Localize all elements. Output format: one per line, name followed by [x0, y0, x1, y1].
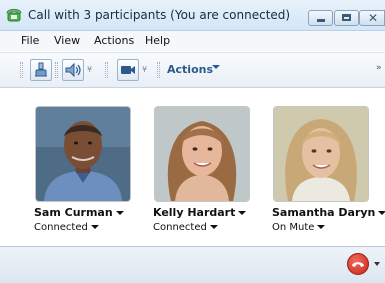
minimize-button[interactable] [308, 10, 333, 26]
video-camera-icon [121, 66, 135, 74]
toolbar-grip[interactable] [55, 62, 58, 78]
video-dropdown-icon[interactable]: ¥ [142, 65, 147, 74]
maximize-icon [342, 14, 351, 21]
participant-status: On Mute [272, 222, 315, 233]
actions-dropdown[interactable]: Actions [167, 63, 213, 76]
participant-photo [155, 107, 249, 201]
participant-status: Connected [34, 222, 88, 233]
menu-help[interactable]: Help [145, 34, 170, 47]
participant-name-dropdown[interactable]: Kelly Hardart [153, 206, 247, 219]
toolbar: ¥ ¥ Actions » [0, 52, 385, 88]
title-bar: Call with 3 participants (You are connec… [0, 0, 385, 31]
speaker-button[interactable] [62, 59, 84, 81]
participant-status-dropdown[interactable]: Connected [34, 222, 99, 233]
desk-phone-icon [35, 62, 47, 77]
participants-area: Sam Curman Connected Kelly Hardart Conne… [0, 88, 385, 246]
menu-bar: File View Actions Help [0, 31, 385, 51]
maximize-button[interactable] [334, 10, 359, 26]
chevron-down-icon[interactable] [212, 65, 220, 69]
menu-file[interactable]: File [21, 34, 39, 47]
participant-card[interactable]: Kelly Hardart Connected [153, 107, 273, 247]
chevron-down-icon [238, 211, 247, 215]
chevron-down-icon [378, 211, 385, 215]
participant-name-dropdown[interactable]: Sam Curman [34, 206, 124, 219]
hang-up-dropdown-icon[interactable] [374, 262, 380, 266]
participant-photo [36, 107, 130, 201]
participant-card[interactable]: Samantha Daryn On Mute [272, 107, 385, 247]
participant-card[interactable]: Sam Curman Connected [34, 107, 154, 247]
toolbar-grip[interactable] [105, 62, 108, 78]
participant-name-dropdown[interactable]: Samantha Daryn [272, 206, 385, 219]
participant-status-dropdown[interactable]: On Mute [272, 222, 326, 233]
chevron-down-icon [209, 225, 218, 229]
chevron-down-icon [90, 225, 99, 229]
minimize-icon [317, 19, 325, 22]
hang-up-button[interactable] [347, 253, 369, 275]
participant-photo [274, 107, 368, 201]
menu-view[interactable]: View [54, 34, 80, 47]
close-button[interactable]: ✕ [359, 10, 385, 26]
chevron-down-icon [317, 225, 326, 229]
phone-app-icon [6, 8, 22, 22]
speaker-dropdown-icon[interactable]: ¥ [87, 65, 92, 74]
chevron-down-icon [115, 211, 124, 215]
participant-name: Kelly Hardart [153, 206, 236, 219]
hang-up-icon [352, 262, 364, 267]
participant-status: Connected [153, 222, 207, 233]
toolbar-grip[interactable] [157, 62, 160, 78]
speaker-icon [65, 62, 81, 78]
toolbar-overflow-icon[interactable]: » [376, 63, 382, 73]
menu-actions[interactable]: Actions [94, 34, 134, 47]
window-title: Call with 3 participants (You are connec… [28, 8, 291, 22]
video-button[interactable] [117, 59, 139, 81]
participant-status-dropdown[interactable]: Connected [153, 222, 218, 233]
participant-name: Sam Curman [34, 206, 113, 219]
pause-call-button[interactable] [30, 59, 52, 81]
toolbar-grip[interactable] [20, 62, 23, 78]
participant-name: Samantha Daryn [272, 206, 376, 219]
call-control-bar [0, 246, 385, 283]
call-window: Call with 3 participants (You are connec… [0, 0, 385, 283]
close-icon: ✕ [368, 11, 379, 25]
